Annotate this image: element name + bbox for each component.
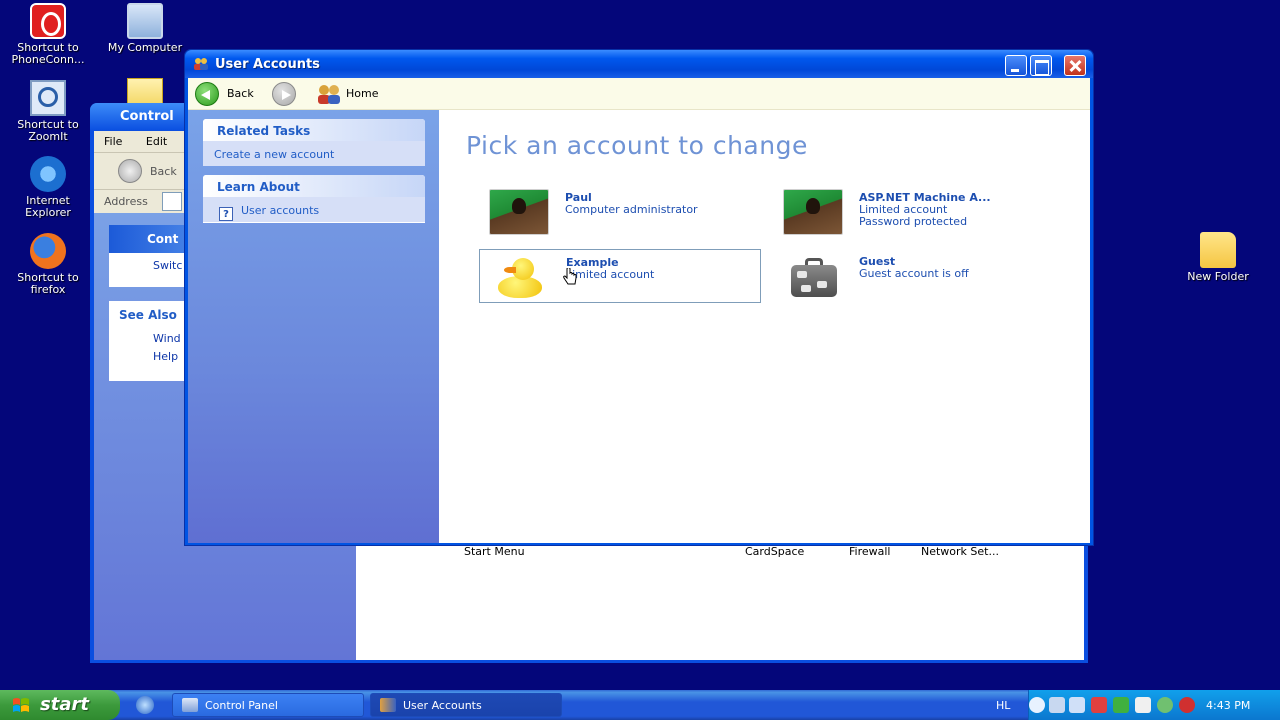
- tray-arrow-icon[interactable]: [1029, 697, 1045, 713]
- windows-logo-icon: [13, 698, 29, 712]
- create-new-account-link[interactable]: Create a new account: [203, 141, 425, 166]
- desktop-icon-new-folder[interactable]: New Folder: [1175, 232, 1261, 283]
- taskbar-button-control-panel[interactable]: Control Panel: [172, 693, 364, 717]
- learn-about-head: Learn About: [203, 175, 425, 197]
- desktop-icon-firefox[interactable]: Shortcut to firefox: [5, 233, 91, 296]
- desktop-icon-label: Shortcut to firefox: [17, 271, 79, 296]
- taskbar: start Control Panel User Accounts HL 4:4…: [0, 690, 1280, 720]
- tray-network-icon[interactable]: [1049, 697, 1065, 713]
- back-button[interactable]: Back: [227, 87, 254, 100]
- task-pane: Related Tasks Create a new account Learn…: [188, 110, 439, 543]
- learn-about-panel: Learn About ? User accounts: [203, 175, 425, 223]
- user-accounts-window[interactable]: User Accounts Back Home Related Tasks Cr…: [184, 49, 1094, 546]
- tray-update-icon[interactable]: [1113, 697, 1129, 713]
- tray-star-icon[interactable]: [1135, 697, 1151, 713]
- desktop-icon-label: Shortcut to PhoneConn...: [11, 41, 85, 66]
- home-users-icon[interactable]: [316, 84, 342, 104]
- address-label: Address: [104, 195, 148, 208]
- account-picture-photo: [489, 189, 549, 235]
- internet-explorer-icon: [30, 156, 66, 192]
- desktop-icon-label: Shortcut to ZoomIt: [17, 118, 79, 143]
- account-guest[interactable]: Guest Guest account is off: [773, 249, 1055, 303]
- address-input[interactable]: [162, 192, 182, 211]
- tray-monitor-icon[interactable]: [1069, 697, 1085, 713]
- tray-sync-icon[interactable]: [1157, 697, 1173, 713]
- tray-security-icon[interactable]: [1091, 697, 1107, 713]
- control-panel-icon: [182, 698, 198, 712]
- help-question-icon: ?: [219, 207, 233, 221]
- account-type: Computer administrator: [565, 203, 698, 216]
- account-aspnet[interactable]: ASP.NET Machine A... Limited account Pas…: [773, 185, 1055, 239]
- my-computer-icon: [127, 3, 163, 39]
- folder-icon: [1200, 232, 1236, 268]
- taskbar-button-label: User Accounts: [403, 699, 482, 712]
- window-title: User Accounts: [215, 57, 320, 72]
- account-status: Guest account is off: [859, 267, 969, 280]
- account-paul[interactable]: Paul Computer administrator: [479, 185, 761, 239]
- user-accounts-help-link[interactable]: ? User accounts: [203, 197, 425, 222]
- desktop-icon-label: Internet Explorer: [25, 194, 71, 219]
- zoomit-icon: [30, 80, 66, 116]
- cp-item-cardspace[interactable]: CardSpace: [745, 545, 804, 558]
- language-indicator[interactable]: HL: [996, 699, 1010, 712]
- cp-item-network-setup[interactable]: Network Set...: [921, 545, 999, 558]
- forward-arrow-icon[interactable]: [272, 82, 296, 106]
- accounts-main-panel: Pick an account to change Paul Computer …: [439, 110, 1090, 543]
- back-arrow-icon[interactable]: [195, 82, 219, 106]
- back-arrow-icon[interactable]: [118, 159, 142, 183]
- users-icon: [380, 698, 396, 712]
- start-button[interactable]: start: [0, 690, 120, 720]
- account-password-status: Password protected: [859, 215, 968, 228]
- taskbar-button-user-accounts[interactable]: User Accounts: [370, 693, 562, 717]
- account-picture-photo: [783, 189, 843, 235]
- hand-cursor-icon: [563, 268, 577, 285]
- page-heading: Pick an account to change: [466, 131, 808, 160]
- desktop-icon-phoneconn[interactable]: Shortcut to PhoneConn...: [5, 3, 91, 66]
- desktop-icon-label: New Folder: [1187, 270, 1249, 283]
- suitcase-icon: [783, 253, 843, 299]
- account-example[interactable]: Example Limited account: [479, 249, 761, 303]
- related-tasks-head: Related Tasks: [203, 119, 425, 141]
- maximize-button[interactable]: [1030, 55, 1052, 76]
- users-icon: [194, 58, 208, 70]
- account-type: Limited account: [566, 268, 655, 281]
- tray-shield-icon[interactable]: [1179, 697, 1195, 713]
- home-button[interactable]: Home: [346, 87, 378, 100]
- rubber-duck-icon: [490, 254, 550, 300]
- close-button[interactable]: [1064, 55, 1086, 76]
- navigation-bar: Back Home: [188, 78, 1090, 110]
- menu-edit[interactable]: Edit: [136, 131, 177, 148]
- desktop-icon-my-computer[interactable]: My Computer: [102, 3, 188, 54]
- desktop-icon-label: My Computer: [107, 41, 183, 54]
- menu-file[interactable]: File: [94, 131, 132, 148]
- user-accounts-help-label: User accounts: [241, 204, 320, 217]
- quick-launch-ie-icon[interactable]: [136, 696, 154, 714]
- firefox-icon: [30, 233, 66, 269]
- cp-item-start-menu[interactable]: Start Menu: [464, 545, 525, 558]
- related-tasks-panel: Related Tasks Create a new account: [203, 119, 425, 166]
- phoneconn-icon: [30, 3, 66, 39]
- clock: 4:43 PM: [1206, 699, 1251, 712]
- control-panel-back-label[interactable]: Back: [150, 165, 177, 178]
- taskbar-button-label: Control Panel: [205, 699, 278, 712]
- desktop-icon-internet-explorer[interactable]: Internet Explorer: [5, 156, 91, 219]
- start-label: start: [40, 694, 89, 715]
- desktop-icon-zoomit[interactable]: Shortcut to ZoomIt: [5, 80, 91, 143]
- user-accounts-titlebar[interactable]: User Accounts: [185, 50, 1093, 78]
- minimize-button[interactable]: [1005, 55, 1027, 76]
- cp-item-firewall[interactable]: Firewall: [849, 545, 890, 558]
